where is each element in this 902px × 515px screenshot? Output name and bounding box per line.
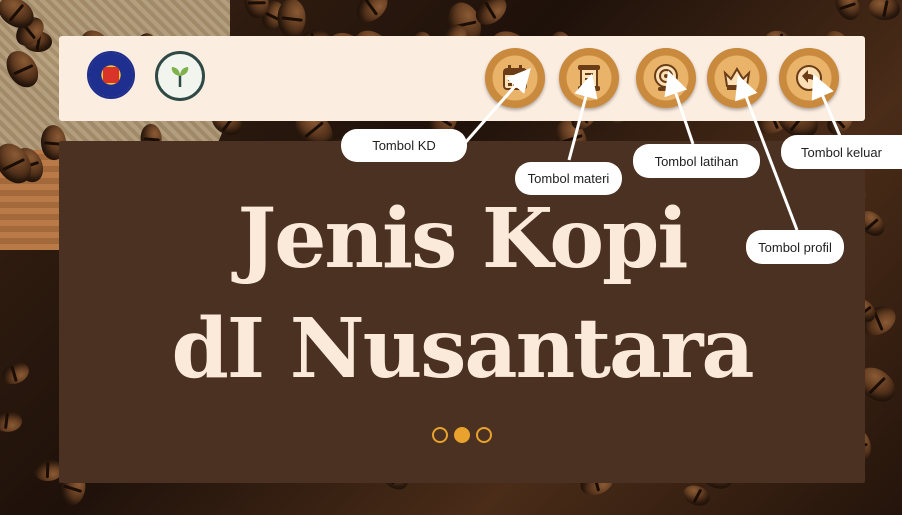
title-line-2: dI Nusantara xyxy=(171,301,754,397)
back-arrow-icon xyxy=(796,65,822,91)
title-line-1: Jenis Kopi xyxy=(237,191,688,287)
coffee-bean xyxy=(868,0,901,21)
kd-button[interactable] xyxy=(485,48,545,108)
profil-button[interactable] xyxy=(707,48,767,108)
lab-logo xyxy=(155,51,205,101)
slide-dot-1[interactable] xyxy=(432,427,448,443)
coffee-bean xyxy=(276,0,306,39)
callout-profil: Tombol profil xyxy=(746,230,844,264)
materi-button[interactable] xyxy=(559,48,619,108)
slide-dot-3[interactable] xyxy=(476,427,492,443)
callout-materi: Tombol materi xyxy=(515,162,622,195)
crown-icon xyxy=(723,67,751,90)
title-card: Jenis Kopi dI Nusantara xyxy=(59,141,865,483)
coffee-bean xyxy=(351,0,394,28)
callout-kd: Tombol KD xyxy=(341,129,467,162)
coffee-bean xyxy=(830,0,864,24)
scroll-icon xyxy=(578,65,600,91)
target-icon xyxy=(654,64,678,91)
calendar-icon xyxy=(503,65,527,90)
keluar-button[interactable] xyxy=(779,48,839,108)
uny-logo xyxy=(87,51,135,99)
coffee-bean xyxy=(0,358,33,389)
coffee-bean xyxy=(0,410,22,432)
slide-dot-2[interactable] xyxy=(454,427,470,443)
top-bar xyxy=(59,36,865,121)
callout-keluar: Tombol keluar xyxy=(781,135,902,169)
slide-indicator xyxy=(59,427,865,443)
callout-latihan: Tombol latihan xyxy=(633,144,760,178)
latihan-button[interactable] xyxy=(636,48,696,108)
coffee-bean xyxy=(680,481,713,509)
